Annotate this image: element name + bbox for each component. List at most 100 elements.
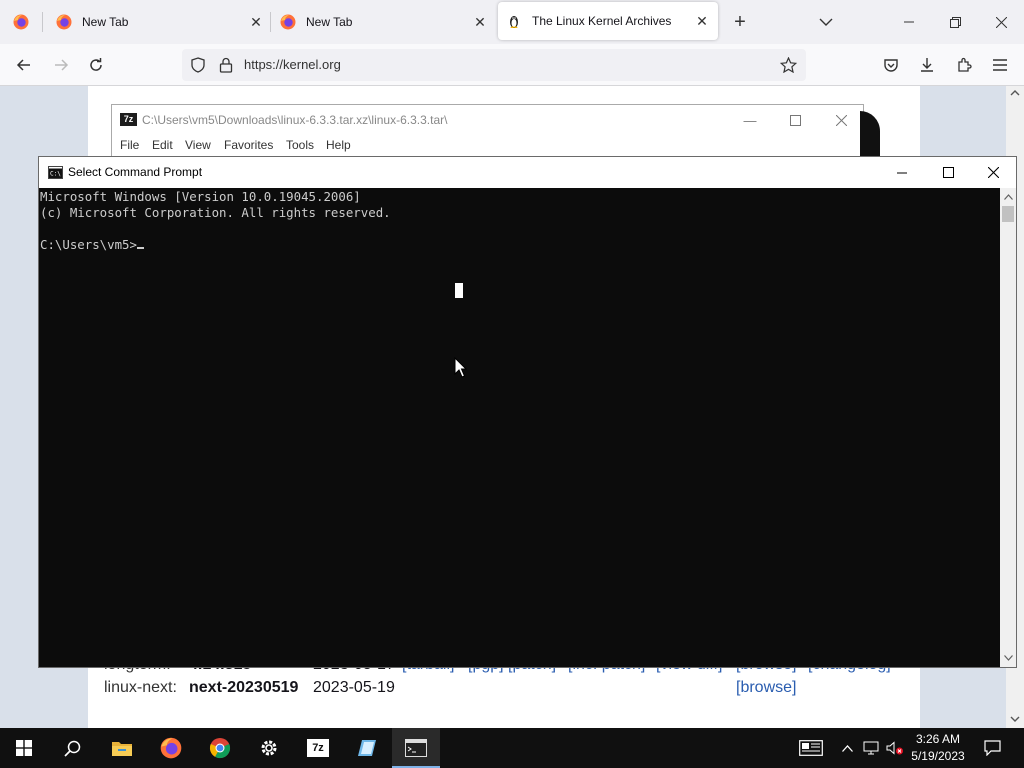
close-button[interactable]	[970, 157, 1016, 188]
close-window-button[interactable]	[978, 0, 1024, 44]
app-menu-button[interactable]	[985, 50, 1015, 80]
taskbar-notepad[interactable]	[343, 728, 391, 768]
menu-view[interactable]: View	[185, 138, 211, 152]
close-icon	[995, 16, 1007, 28]
new-tab-button[interactable]: +	[728, 0, 752, 44]
minimize-button[interactable]	[879, 157, 925, 188]
close-button[interactable]	[826, 109, 856, 131]
hamburger-menu-icon	[993, 59, 1007, 71]
menu-edit[interactable]: Edit	[152, 138, 173, 152]
minimize-button[interactable]	[886, 0, 932, 44]
window-title: C:\Users\vm5\Downloads\linux-6.3.3.tar.x…	[142, 113, 448, 127]
star-bookmark-icon[interactable]	[780, 57, 797, 73]
menu-help[interactable]: Help	[326, 138, 351, 152]
minimize-button[interactable]: —	[735, 109, 765, 131]
extensions-button[interactable]	[949, 50, 979, 80]
network-icon	[863, 741, 879, 755]
clock-time: 3:26 AM	[915, 732, 961, 746]
taskbar-7zip[interactable]: 7z	[294, 728, 342, 768]
volume-muted-icon	[886, 741, 903, 755]
system-clock[interactable]: 3:26 AM 5/19/2023	[906, 731, 970, 765]
console-prompt-line[interactable]: C:\Users\vm5>	[40, 237, 1000, 253]
chrome-icon	[209, 738, 231, 759]
tab-close-icon[interactable]: ✕	[246, 12, 266, 32]
taskbar-file-explorer[interactable]	[98, 728, 146, 768]
plus-icon: +	[734, 10, 746, 33]
address-bar[interactable]: https://kernel.org	[182, 49, 806, 81]
restore-icon	[949, 16, 961, 28]
release-date: 2023-05-19	[313, 679, 395, 696]
console-line: Microsoft Windows [Version 10.0.19045.20…	[40, 189, 361, 204]
start-button[interactable]	[0, 728, 48, 768]
firefox-view-button[interactable]	[8, 0, 34, 44]
restore-button[interactable]	[932, 0, 978, 44]
cmd-icon: C:\	[48, 166, 63, 179]
arrow-left-icon	[16, 59, 30, 71]
console-scrollbar[interactable]	[1000, 188, 1016, 667]
notepad-icon	[358, 740, 376, 756]
tab-linux-kernel-archives[interactable]: The Linux Kernel Archives ✕	[498, 2, 718, 40]
7zip-file-manager-window[interactable]: 7z C:\Users\vm5\Downloads\linux-6.3.3.ta…	[111, 104, 880, 164]
lock-icon[interactable]	[219, 57, 233, 73]
scroll-down-icon[interactable]	[1010, 716, 1020, 723]
console-line: (c) Microsoft Corporation. All rights re…	[40, 205, 391, 220]
tab-close-icon[interactable]: ✕	[470, 12, 490, 32]
shield-icon[interactable]	[190, 57, 206, 73]
volume-button[interactable]	[884, 728, 906, 768]
pocket-button[interactable]	[876, 50, 906, 80]
menu-favorites[interactable]: Favorites	[224, 138, 273, 152]
arrow-right-icon	[55, 59, 69, 71]
news-widget-button[interactable]	[796, 728, 826, 768]
console-output[interactable]: Microsoft Windows [Version 10.0.19045.20…	[39, 188, 1000, 667]
minimize-icon	[897, 172, 907, 173]
maximize-button[interactable]	[925, 157, 971, 188]
tab-label: The Linux Kernel Archives	[532, 14, 672, 28]
console-cursor	[136, 247, 144, 249]
command-prompt-window[interactable]: C:\ Select Command Prompt Microsoft Wind…	[38, 156, 1017, 668]
console-prompt: C:\Users\vm5>	[40, 237, 137, 252]
taskbar-command-prompt[interactable]	[392, 728, 440, 768]
scroll-down-button[interactable]	[1000, 650, 1016, 666]
search-icon	[63, 740, 80, 757]
close-icon	[987, 167, 999, 178]
action-center-button[interactable]	[980, 728, 1004, 768]
url-text[interactable]: https://kernel.org	[244, 57, 341, 72]
browse-link[interactable]: [browse]	[736, 679, 796, 697]
taskbar-chrome[interactable]	[196, 728, 244, 768]
release-version[interactable]: next-20230519	[189, 679, 298, 697]
svg-text:C:\: C:\	[50, 171, 61, 178]
pocket-icon	[884, 59, 898, 72]
show-hidden-icons-button[interactable]	[838, 728, 856, 768]
firefox-icon	[13, 14, 29, 30]
tab-label: New Tab	[306, 15, 353, 29]
downloads-button[interactable]	[912, 50, 942, 80]
tab-close-icon[interactable]: ✕	[692, 11, 712, 31]
tab-new-tab-1[interactable]: New Tab ✕	[48, 0, 266, 44]
forward-button[interactable]	[46, 50, 76, 80]
scroll-up-icon[interactable]	[1010, 89, 1020, 96]
taskbar-search-button[interactable]	[48, 728, 96, 768]
chevron-down-icon	[819, 18, 833, 26]
reload-button[interactable]	[81, 50, 111, 80]
scroll-up-button[interactable]	[1000, 189, 1016, 205]
gear-icon	[261, 740, 277, 756]
menu-file[interactable]: File	[120, 138, 139, 152]
minimize-icon	[904, 21, 914, 23]
scrollbar-thumb[interactable]	[1002, 206, 1014, 222]
close-icon	[835, 114, 847, 126]
tab-label: New Tab	[82, 15, 129, 29]
download-icon	[921, 58, 933, 72]
taskbar-firefox[interactable]	[147, 728, 195, 768]
cmd-title-bar[interactable]: C:\ Select Command Prompt	[39, 157, 1016, 188]
maximize-icon	[942, 167, 954, 178]
maximize-button[interactable]	[780, 109, 810, 131]
list-all-tabs-button[interactable]	[814, 0, 838, 44]
menu-tools[interactable]: Tools	[286, 138, 314, 152]
taskbar-settings[interactable]	[245, 728, 293, 768]
tab-new-tab-2[interactable]: New Tab ✕	[272, 0, 490, 44]
back-button[interactable]	[9, 50, 39, 80]
network-status-button[interactable]	[861, 728, 881, 768]
notification-icon	[983, 740, 1001, 756]
reload-icon	[90, 58, 102, 71]
